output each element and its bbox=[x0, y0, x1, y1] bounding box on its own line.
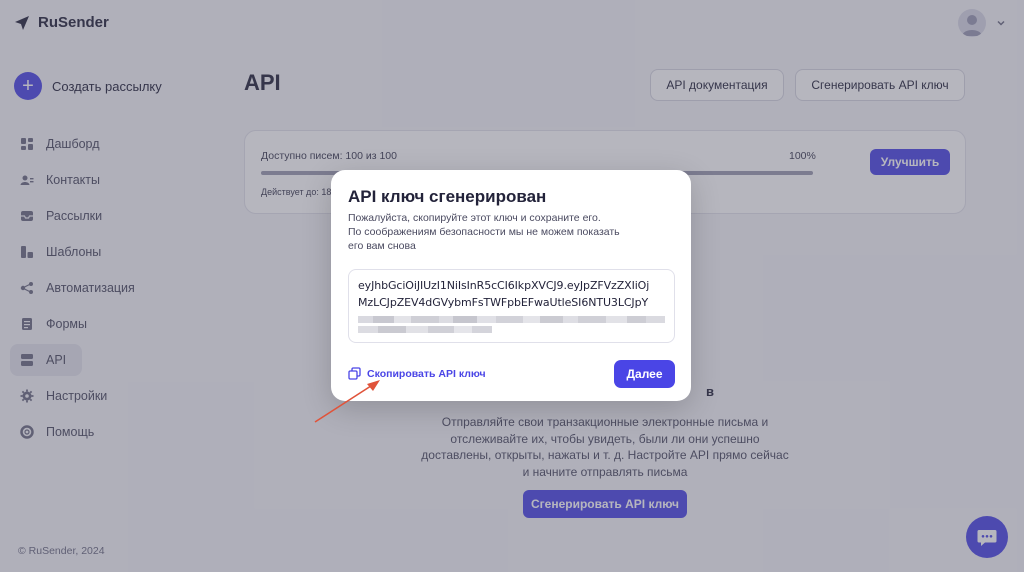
api-key-redacted bbox=[358, 316, 665, 333]
api-key-line: MzLCJpZEV4dGVybmFsTWFpbEFwaUtleSI6NTU3LC… bbox=[358, 296, 649, 309]
api-key-field[interactable]: eyJhbGciOiJIUzI1NiIsInR5cCI6IkpXVCJ9.eyJ… bbox=[348, 269, 675, 343]
next-button[interactable]: Далее bbox=[614, 360, 675, 388]
modal-description-line: Пожалуйста, скопируйте этот ключ и сохра… bbox=[348, 212, 601, 224]
modal-description: Пожалуйста, скопируйте этот ключ и сохра… bbox=[348, 211, 648, 253]
redacted-row bbox=[358, 316, 665, 323]
modal-title: API ключ сгенерирован bbox=[348, 187, 547, 206]
annotation-arrow-icon bbox=[314, 380, 380, 423]
modal-description-line: По соображениям безопасности мы не можем… bbox=[348, 226, 620, 238]
api-key-line: eyJhbGciOiJIUzI1NiIsInR5cCI6IkpXVCJ9.eyJ… bbox=[358, 279, 650, 292]
redacted-row bbox=[358, 326, 665, 333]
api-key-modal: API ключ сгенерирован Пожалуйста, скопир… bbox=[331, 170, 691, 401]
modal-description-line: его вам снова bbox=[348, 240, 416, 252]
